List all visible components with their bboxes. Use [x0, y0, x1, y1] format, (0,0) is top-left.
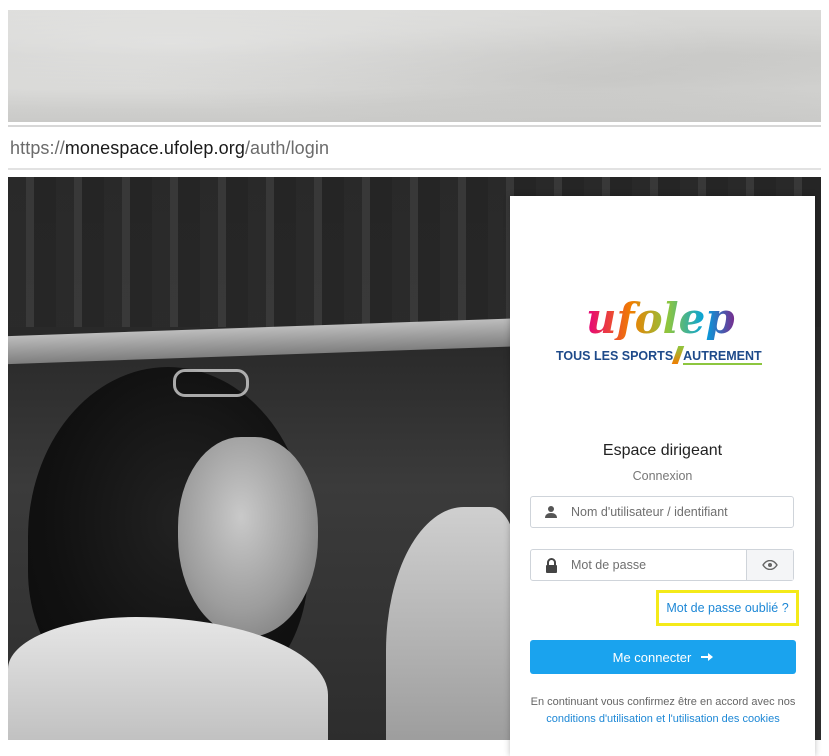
- username-field[interactable]: Nom d'utilisateur / identifiant: [530, 496, 794, 528]
- legal-notice: En continuant vous confirmez être en acc…: [522, 694, 804, 728]
- blurred-header-image: [8, 10, 821, 122]
- divider: [8, 125, 821, 127]
- lock-icon: [531, 557, 571, 573]
- connect-button[interactable]: Me connecter: [530, 640, 796, 674]
- username-placeholder: Nom d'utilisateur / identifiant: [571, 505, 728, 519]
- url-host: monespace.ufolep.org: [64, 138, 245, 158]
- url-scheme: https://: [10, 138, 65, 158]
- logo-wordmark: ufolep: [586, 294, 735, 343]
- divider: [8, 168, 821, 170]
- photo-sunglasses: [173, 369, 249, 397]
- logo-tagline: TOUS LES SPORTS AUTREMENT: [556, 346, 762, 365]
- logo-tagline-part1: TOUS LES SPORTS: [556, 349, 674, 363]
- connect-button-label: Me connecter: [612, 649, 692, 665]
- page-subtitle: Connexion: [632, 469, 693, 483]
- photo-second-person: [386, 507, 516, 740]
- show-password-button[interactable]: [746, 550, 793, 580]
- page-title: Espace dirigeant: [602, 442, 723, 459]
- eye-icon: [762, 560, 778, 570]
- password-field[interactable]: Mot de passe: [530, 549, 794, 581]
- logo-tagline-part2: AUTREMENT: [683, 349, 762, 365]
- user-icon: [531, 505, 571, 519]
- ufolep-logo: ufolep TOUS LES SPORTS AUTREMENT: [556, 298, 786, 368]
- legal-text: En continuant vous confirmez être en acc…: [530, 696, 796, 708]
- photo-person-face: [178, 437, 318, 637]
- arrow-right-icon: [701, 653, 714, 661]
- url-path: /auth/login: [244, 138, 330, 158]
- url-text: https://monespace.ufolep.org/auth/login: [10, 138, 329, 164]
- login-card: ufolep TOUS LES SPORTS AUTREMENT Espace d…: [510, 196, 815, 756]
- terms-link[interactable]: conditions d'utilisation et l'utilisatio…: [546, 713, 780, 725]
- password-placeholder: Mot de passe: [571, 558, 647, 572]
- forgot-password-link[interactable]: Mot de passe oublié ?: [656, 590, 799, 626]
